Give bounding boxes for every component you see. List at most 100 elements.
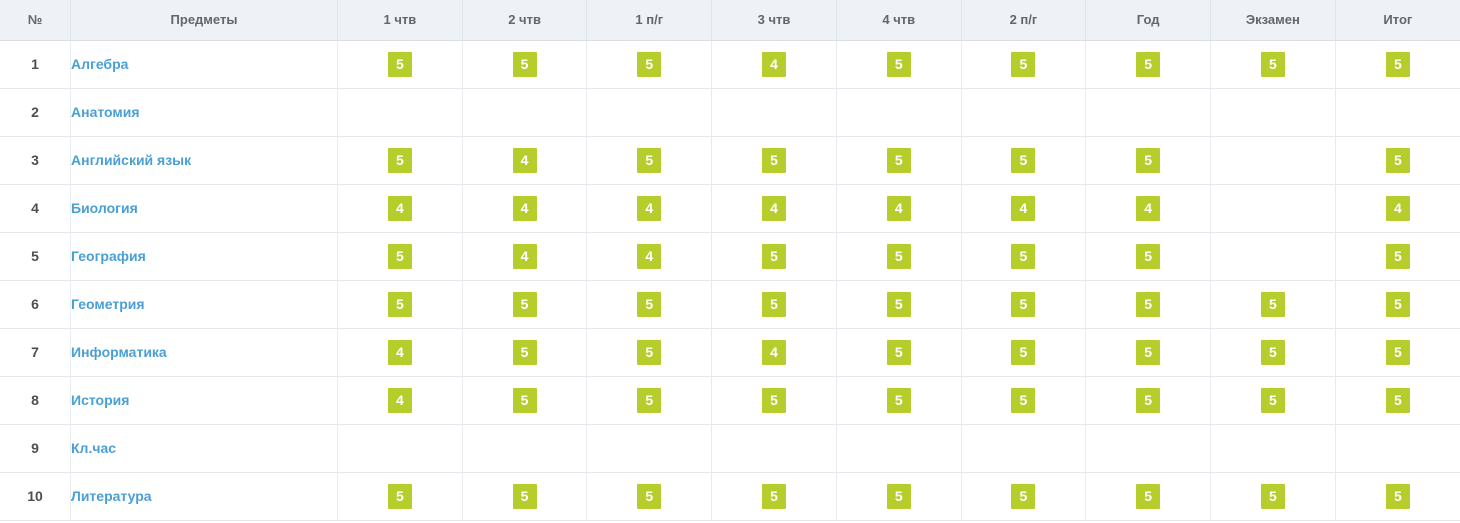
subject-link[interactable]: Геометрия [71, 296, 145, 312]
grade-badge[interactable]: 5 [886, 243, 911, 269]
grade-cell[interactable] [711, 424, 837, 473]
grade-cell[interactable] [961, 424, 1087, 473]
subject-link[interactable]: Алгебра [71, 56, 128, 72]
grade-cell[interactable]: 5 [961, 280, 1087, 329]
column-header-year[interactable]: Год [1085, 0, 1212, 41]
grade-cell[interactable]: 5 [711, 136, 837, 185]
grade-badge[interactable]: 5 [387, 291, 412, 317]
grade-cell[interactable]: 4 [711, 328, 837, 377]
grade-cell[interactable] [586, 88, 713, 137]
grade-badge[interactable]: 5 [1385, 483, 1410, 509]
grade-cell[interactable]: 5 [1335, 232, 1460, 281]
grade-cell[interactable]: 5 [337, 472, 463, 521]
grade-badge[interactable]: 5 [1136, 483, 1161, 509]
column-header-quarter-3[interactable]: 3 чтв [711, 0, 837, 41]
grade-cell[interactable]: 5 [1210, 280, 1336, 329]
grade-cell[interactable]: 4 [836, 184, 962, 233]
column-header-quarter-4[interactable]: 4 чтв [836, 0, 962, 41]
grade-cell[interactable] [1335, 424, 1460, 473]
grade-cell[interactable]: 4 [1335, 184, 1460, 233]
grade-badge[interactable]: 4 [1136, 195, 1161, 221]
grade-cell[interactable]: 5 [462, 280, 588, 329]
column-header-number[interactable]: № [0, 0, 71, 41]
grade-badge[interactable]: 5 [886, 483, 911, 509]
grade-badge[interactable]: 5 [762, 387, 787, 413]
subject-link[interactable]: Кл.час [71, 440, 116, 456]
grade-cell[interactable] [337, 88, 463, 137]
grade-badge[interactable]: 5 [1136, 387, 1161, 413]
grade-cell[interactable]: 5 [1210, 472, 1336, 521]
column-header-half-2[interactable]: 2 п/г [961, 0, 1087, 41]
grade-badge[interactable]: 5 [1260, 387, 1285, 413]
grade-cell[interactable]: 5 [337, 136, 463, 185]
grade-cell[interactable]: 5 [1210, 40, 1336, 89]
grade-badge[interactable]: 5 [1260, 339, 1285, 365]
grade-badge[interactable]: 5 [637, 147, 662, 173]
column-header-half-1[interactable]: 1 п/г [586, 0, 713, 41]
grade-cell[interactable] [836, 424, 962, 473]
grade-badge[interactable]: 5 [387, 483, 412, 509]
grade-cell[interactable] [462, 88, 588, 137]
grade-badge[interactable]: 5 [637, 339, 662, 365]
grade-cell[interactable]: 5 [711, 280, 837, 329]
grade-cell[interactable]: 5 [1335, 280, 1460, 329]
grade-badge[interactable]: 5 [1136, 51, 1161, 77]
grade-cell[interactable]: 5 [836, 280, 962, 329]
grade-cell[interactable]: 5 [337, 40, 463, 89]
grade-cell[interactable]: 5 [462, 376, 588, 425]
grade-cell[interactable]: 5 [961, 376, 1087, 425]
grade-cell[interactable]: 5 [462, 472, 588, 521]
grade-badge[interactable]: 4 [762, 51, 787, 77]
grade-cell[interactable] [1210, 232, 1336, 281]
grade-cell[interactable]: 5 [961, 472, 1087, 521]
grade-cell[interactable]: 4 [462, 136, 588, 185]
grade-cell[interactable] [961, 88, 1087, 137]
grade-badge[interactable]: 5 [1011, 387, 1036, 413]
grade-cell[interactable] [1210, 88, 1336, 137]
grade-badge[interactable]: 5 [1011, 243, 1036, 269]
grade-cell[interactable]: 5 [711, 232, 837, 281]
subject-link[interactable]: Анатомия [71, 104, 140, 120]
grade-badge[interactable]: 5 [1136, 339, 1161, 365]
grade-badge[interactable]: 5 [637, 51, 662, 77]
grade-cell[interactable]: 5 [711, 472, 837, 521]
grade-cell[interactable]: 5 [1335, 376, 1460, 425]
grade-cell[interactable]: 4 [462, 232, 588, 281]
column-header-quarter-1[interactable]: 1 чтв [337, 0, 463, 41]
grade-badge[interactable]: 5 [886, 51, 911, 77]
grade-cell[interactable] [1210, 184, 1336, 233]
grade-cell[interactable] [337, 424, 463, 473]
grade-badge[interactable]: 5 [512, 291, 537, 317]
grade-cell[interactable] [1335, 88, 1460, 137]
grade-badge[interactable]: 5 [1136, 147, 1161, 173]
grade-badge[interactable]: 5 [637, 387, 662, 413]
grade-cell[interactable] [1210, 424, 1336, 473]
grade-cell[interactable]: 5 [1085, 136, 1212, 185]
grade-badge[interactable]: 5 [886, 291, 911, 317]
grade-badge[interactable]: 5 [1011, 51, 1036, 77]
subject-link[interactable]: География [71, 248, 146, 264]
grade-badge[interactable]: 5 [512, 51, 537, 77]
column-header-quarter-2[interactable]: 2 чтв [462, 0, 588, 41]
grade-badge[interactable]: 5 [1260, 51, 1285, 77]
grade-badge[interactable]: 4 [762, 195, 787, 221]
grade-cell[interactable]: 5 [1335, 136, 1460, 185]
grade-cell[interactable]: 4 [337, 328, 463, 377]
grade-cell[interactable]: 5 [1085, 232, 1212, 281]
grade-cell[interactable]: 5 [711, 376, 837, 425]
grade-badge[interactable]: 5 [762, 243, 787, 269]
grade-badge[interactable]: 5 [387, 51, 412, 77]
grade-badge[interactable]: 4 [637, 195, 662, 221]
grade-badge[interactable]: 4 [387, 387, 412, 413]
grade-cell[interactable]: 5 [1335, 328, 1460, 377]
grade-badge[interactable]: 5 [1011, 291, 1036, 317]
grade-badge[interactable]: 5 [886, 387, 911, 413]
grade-badge[interactable]: 5 [886, 339, 911, 365]
grade-cell[interactable]: 5 [1210, 376, 1336, 425]
grade-badge[interactable]: 5 [387, 243, 412, 269]
grade-cell[interactable]: 5 [586, 280, 713, 329]
grade-cell[interactable]: 4 [711, 40, 837, 89]
grade-cell[interactable]: 5 [1210, 328, 1336, 377]
grade-cell[interactable]: 4 [961, 184, 1087, 233]
grade-cell[interactable]: 4 [586, 232, 713, 281]
